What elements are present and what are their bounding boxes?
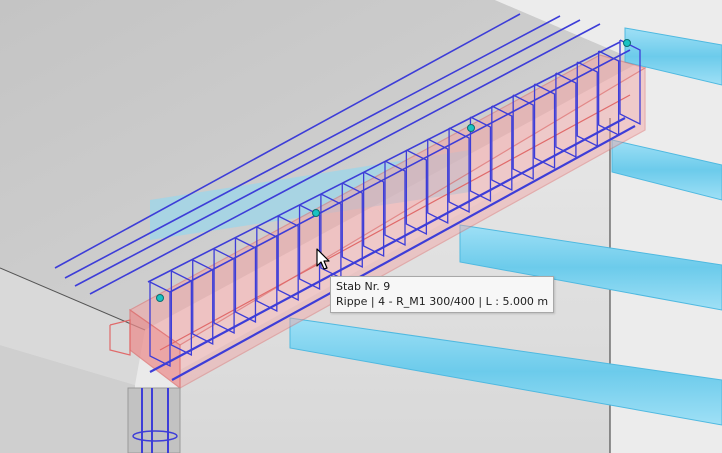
model-viewport-3d[interactable]: Stab Nr. 9 Rippe | 4 - R_M1 300/400 | L …: [0, 0, 722, 453]
node-icon: [156, 294, 164, 302]
node-icon: [623, 39, 631, 47]
member-tooltip: Stab Nr. 9 Rippe | 4 - R_M1 300/400 | L …: [330, 276, 555, 313]
tooltip-title: Stab Nr. 9: [336, 280, 391, 293]
structural-model-scene[interactable]: [0, 0, 722, 453]
node-icon: [312, 209, 320, 217]
column[interactable]: [127, 387, 181, 453]
tooltip-details: Rippe | 4 - R_M1 300/400 | L : 5.000 m: [336, 295, 549, 308]
node-icon: [467, 124, 475, 132]
arrow-pointer-icon: [316, 248, 330, 270]
